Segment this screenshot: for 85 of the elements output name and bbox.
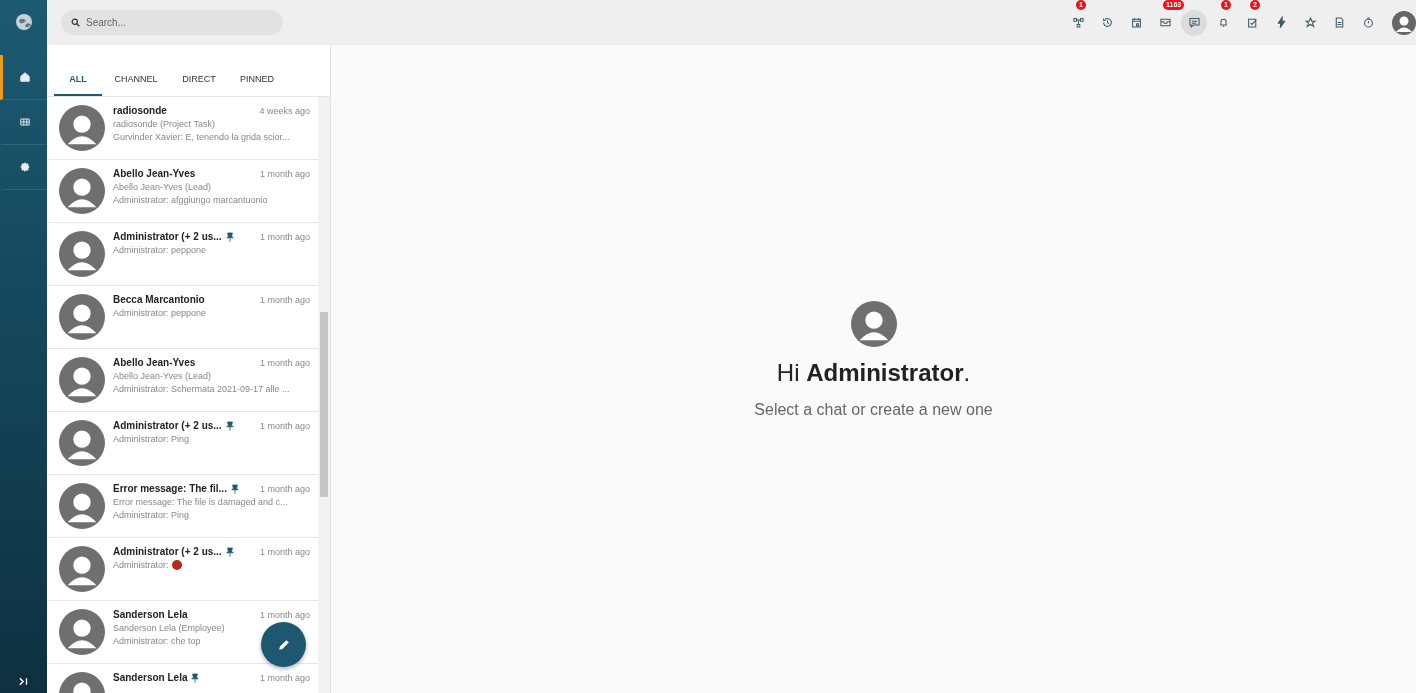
chat-list-item[interactable]: Administrator (+ 2 us... 1 month ago Administrator:	[47, 538, 318, 601]
bolt-icon	[1274, 16, 1288, 29]
chat-preview: Administrator: Schermata 2021-09-17 alle ...	[113, 384, 290, 394]
chat-icon	[1187, 16, 1201, 29]
chat-title: Error message: The fil...	[113, 483, 227, 494]
pin-icon	[230, 483, 239, 494]
grid-icon	[19, 116, 31, 128]
chat-subtitle: Abello Jean-Yves (Lead)	[113, 182, 213, 192]
settings-icon	[19, 161, 31, 173]
chat-preview: Administrator: peppone	[113, 308, 207, 318]
avatar-icon	[59, 420, 105, 466]
chat-time: 1 month ago	[259, 231, 310, 242]
home-icon	[19, 71, 31, 83]
chat-preview: Administrator: peppone	[113, 245, 207, 255]
chat-title: Administrator (+ 2 us...	[113, 231, 222, 242]
task-icon	[1245, 16, 1259, 29]
chat-title: Administrator (+ 2 us...	[113, 420, 222, 431]
user-avatar-icon	[850, 301, 897, 347]
chat-title: Becca Marcantonio	[113, 294, 205, 305]
chat-preview: Administrator: Ping	[113, 510, 190, 520]
greeting-text: Hi Administrator.	[776, 359, 971, 387]
chat-preview: Gurvinder Xavier: E, tenendo la grida scior...	[113, 132, 290, 142]
chat-subtitle: Error message: The file is damaged and c...	[113, 497, 289, 507]
chat-title: Administrator (+ 2 us...	[113, 546, 222, 557]
user-avatar-icon[interactable]	[1392, 10, 1416, 35]
pin-icon	[191, 672, 200, 683]
pin-icon	[225, 420, 234, 431]
avatar-icon	[59, 294, 105, 340]
chat-time: 1 month ago	[259, 168, 310, 179]
history-icon	[1100, 16, 1114, 29]
chat-subtitle: radiosonde (Project Task)	[113, 119, 216, 129]
chat-title: Abello Jean-Yves	[113, 357, 196, 368]
chat-list-item[interactable]: Error message: The fil... 1 month ago Error message: The file is damaged and c... Administrator: Ping	[47, 475, 318, 538]
filter-tab[interactable]: ALL	[54, 74, 102, 96]
chat-list-item[interactable]: Sanderson Lela 1 month ago	[47, 664, 318, 693]
chat-title: Abello Jean-Yves	[113, 168, 196, 179]
avatar-icon	[59, 168, 105, 214]
emoji-icon	[171, 560, 182, 570]
new-chat-button[interactable]	[261, 622, 306, 667]
chat-preview: Administrator: che top	[113, 636, 201, 646]
avatar-icon	[59, 546, 105, 592]
chat-time: 1 month ago	[259, 483, 310, 494]
chat-preview: Administrator: afggiungo marcantuonio	[113, 195, 268, 205]
chat-list-item[interactable]: Administrator (+ 2 us... 1 month ago Administrator: Ping	[47, 412, 318, 475]
chat-list-item[interactable]: Abello Jean-Yves 1 month ago Abello Jean-Yves (Lead) Administrator: Schermata 2021-09-17 alle ...	[47, 349, 318, 412]
chat-list-item[interactable]: Administrator (+ 2 us... 1 month ago Administrator: peppone	[47, 223, 318, 286]
chat-title: Sanderson Lela	[113, 609, 188, 620]
avatar-icon	[59, 105, 105, 151]
timer-icon	[1361, 16, 1375, 29]
chat-title: radiosonde	[113, 105, 167, 116]
filter-tab[interactable]: DIRECT	[170, 74, 228, 96]
network-icon	[1071, 16, 1085, 29]
chat-time: 1 month ago	[259, 357, 310, 368]
avatar-icon	[59, 483, 105, 529]
chat-title: Sanderson Lela	[113, 672, 188, 683]
chat-time: 4 weeks ago	[259, 105, 310, 116]
chat-list-item[interactable]: radiosonde 4 weeks ago radiosonde (Project Task) Gurvinder Xavier: E, tenendo la grida scior...	[47, 97, 318, 160]
globe-logo-icon	[13, 12, 34, 32]
avatar-icon	[59, 231, 105, 277]
avatar-icon	[59, 609, 105, 655]
chat-time: 1 month ago	[259, 420, 310, 431]
search-icon	[71, 18, 80, 27]
filter-tab[interactable]: CHANNEL	[102, 74, 170, 96]
chat-time: 1 month ago	[259, 546, 310, 557]
pin-icon	[225, 546, 234, 557]
collapse-icon[interactable]	[18, 677, 29, 686]
chat-subtitle: Abello Jean-Yves (Lead)	[113, 371, 213, 381]
avatar-icon	[59, 357, 105, 403]
chat-list-item[interactable]: Becca Marcantonio 1 month ago Administrator: peppone	[47, 286, 318, 349]
mail-icon	[1158, 16, 1172, 29]
star-icon	[1303, 16, 1317, 29]
chat-subtitle: Sanderson Lela (Employee)	[113, 623, 226, 633]
chat-time: 1 month ago	[259, 609, 310, 620]
chat-time: 1 month ago	[259, 672, 310, 683]
calendar-icon	[1129, 16, 1143, 29]
chat-list-item[interactable]: Abello Jean-Yves 1 month ago Abello Jean-Yves (Lead) Administrator: afggiungo marcantuonio	[47, 160, 318, 223]
hint-text: Select a chat or create a new one	[754, 401, 993, 419]
chat-time: 1 month ago	[259, 294, 310, 305]
chat-preview: Administrator:	[113, 560, 169, 570]
filter-tab[interactable]: PINNED	[228, 74, 286, 96]
pin-icon	[225, 231, 234, 242]
toolbar-button[interactable]	[1181, 9, 1207, 36]
scrollbar[interactable]	[318, 97, 330, 693]
chat-preview: Administrator: Ping	[113, 434, 190, 444]
search-field[interactable]: Search...	[61, 10, 283, 35]
